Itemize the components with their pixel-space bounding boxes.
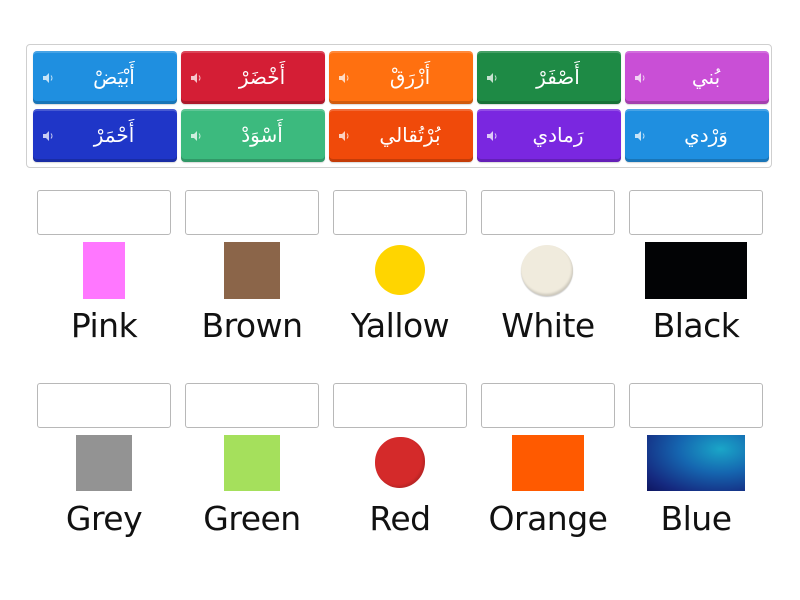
brown-swatch [224, 242, 280, 299]
blue-swatch [647, 435, 745, 491]
tile-word: أَبْيَضْ [93, 64, 135, 89]
word-tile[interactable]: رَمادي [477, 109, 621, 162]
pink-swatch [83, 242, 125, 299]
word-tile[interactable]: وَرْدي [625, 109, 769, 162]
grey-swatch [76, 435, 132, 491]
word-tile[interactable]: أَسْوَدْ [181, 109, 325, 162]
word-tile[interactable]: أَصْفَرْ [477, 51, 621, 104]
word-tile[interactable]: أَخْضَرْ [181, 51, 325, 104]
color-label: Orange [488, 499, 608, 538]
drop-zone-red[interactable] [333, 383, 467, 428]
speaker-icon[interactable] [487, 130, 499, 141]
color-label: Blue [660, 499, 732, 538]
word-tile[interactable]: بُرْتُقالي [329, 109, 473, 162]
tile-word: بُني [691, 64, 721, 89]
word-tile[interactable]: أَحْمَرْ [33, 109, 177, 162]
black-swatch [645, 242, 747, 299]
drop-zone-brown[interactable] [185, 190, 319, 235]
drop-zone-yallow[interactable] [333, 190, 467, 235]
color-label: Red [369, 499, 431, 538]
speaker-icon[interactable] [339, 72, 351, 83]
tile-word: بُرْتُقالي [379, 122, 441, 147]
green-swatch [224, 435, 280, 491]
speaker-icon[interactable] [191, 72, 203, 83]
color-label: Pink [70, 306, 138, 345]
drop-zone-blue[interactable] [629, 383, 763, 428]
tile-word: أَسْوَدْ [241, 122, 283, 147]
speaker-icon[interactable] [191, 130, 203, 141]
tile-word: أَحْمَرْ [93, 122, 135, 147]
word-tile[interactable]: بُني [625, 51, 769, 104]
tile-word: وَرْدي [684, 122, 728, 147]
drop-zone-white[interactable] [481, 190, 615, 235]
color-label: Grey [65, 499, 143, 538]
color-label: Green [203, 499, 301, 538]
drop-zone-green[interactable] [185, 383, 319, 428]
color-label: Brown [201, 306, 303, 345]
speaker-icon[interactable] [487, 72, 499, 83]
word-tile[interactable]: أَبْيَضْ [33, 51, 177, 104]
speaker-icon[interactable] [43, 72, 55, 83]
tile-word: أَخْضَرْ [238, 64, 286, 89]
red-swatch [375, 437, 425, 488]
speaker-icon[interactable] [635, 72, 647, 83]
drop-zone-grey[interactable] [37, 383, 171, 428]
tile-word: رَمادي [532, 122, 584, 147]
orange-swatch [512, 435, 584, 491]
word-tile[interactable]: أَزْرَقْ [329, 51, 473, 104]
speaker-icon[interactable] [635, 130, 647, 141]
white-swatch [521, 245, 573, 296]
tile-word: أَصْفَرْ [536, 64, 580, 89]
speaker-icon[interactable] [339, 130, 351, 141]
speaker-icon[interactable] [43, 130, 55, 141]
color-label: White [501, 306, 595, 345]
drop-zone-black[interactable] [629, 190, 763, 235]
tile-word: أَزْرَقْ [389, 64, 431, 89]
word-bank: أَبْيَضْ أَخْضَرْ أَزْرَقْ أَصْفَرْ بُني… [26, 44, 772, 168]
yellow-swatch [375, 245, 425, 295]
drop-zone-orange[interactable] [481, 383, 615, 428]
color-label: Black [652, 306, 740, 345]
drop-zone-pink[interactable] [37, 190, 171, 235]
color-label: Yallow [350, 306, 450, 345]
